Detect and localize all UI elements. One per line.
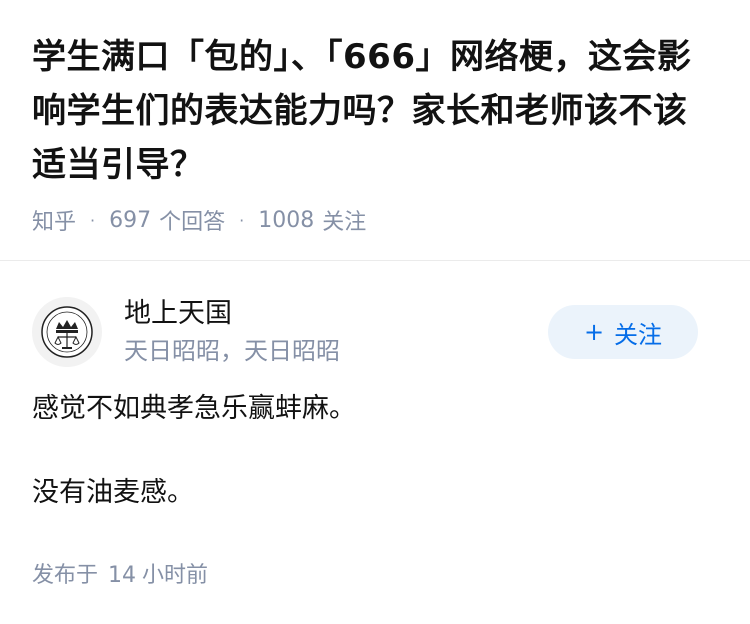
crown-scales-emblem-icon: [41, 306, 93, 358]
author-row: 地上天国 天日昭昭，天日昭昭 + 关注: [32, 297, 718, 367]
followers-label: 关注: [322, 210, 367, 235]
follow-button-label: 关注: [614, 320, 663, 349]
avatar[interactable]: [32, 297, 102, 367]
author-name[interactable]: 地上天国: [124, 296, 548, 332]
follow-button[interactable]: + 关注: [548, 305, 698, 359]
source-label[interactable]: 知乎: [32, 204, 76, 236]
question-header: 学生满口「包的」、「666」网络梗，这会影响学生们的表达能力吗？家长和老师该不该…: [0, 0, 750, 236]
answers-label: 个回答: [159, 210, 226, 235]
answer-paragraph: 没有油麦感。: [32, 477, 194, 508]
author-bio: 天日昭昭，天日昭昭: [124, 337, 340, 365]
author-info: 地上天国 天日昭昭，天日昭昭: [124, 296, 548, 368]
plus-icon: +: [583, 318, 605, 346]
published-unit: 小时前: [142, 563, 209, 588]
question-meta: 知乎 · 697 个回答 · 1008 关注: [32, 204, 718, 236]
published-time: 发布于 14 小时前: [32, 557, 718, 589]
question-title[interactable]: 学生满口「包的」、「666」网络梗，这会影响学生们的表达能力吗？家长和老师该不该…: [32, 30, 718, 192]
published-number: 14: [108, 563, 137, 588]
meta-separator: ·: [90, 210, 96, 230]
published-label: 发布于: [32, 563, 99, 588]
answers-count: 697: [109, 207, 152, 233]
answer-card: 地上天国 天日昭昭，天日昭昭 + 关注 感觉不如典孝急乐赢蚌麻。 没有油麦感。 …: [0, 297, 750, 589]
answer-paragraph: 感觉不如典孝急乐赢蚌麻。: [32, 393, 356, 424]
section-divider: [0, 260, 750, 261]
followers-count: 1008: [258, 207, 315, 233]
meta-separator: ·: [239, 210, 245, 230]
answer-content: 感觉不如典孝急乐赢蚌麻。 没有油麦感。: [32, 389, 718, 513]
